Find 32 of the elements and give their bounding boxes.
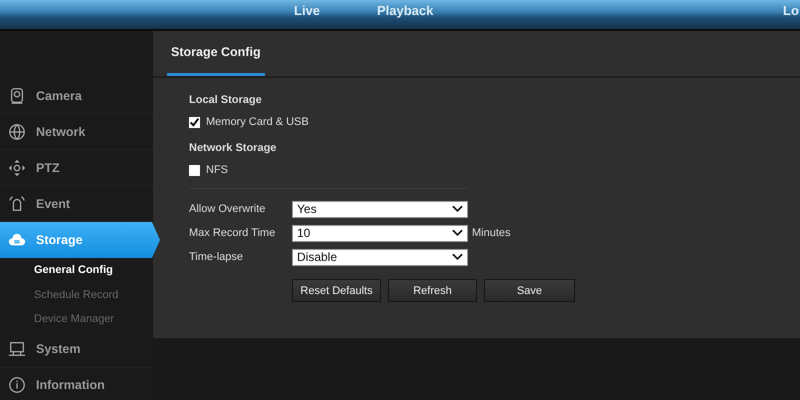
sidebar-item[interactable]: Information	[0, 368, 153, 400]
nav-link[interactable]: Live	[294, 3, 320, 18]
action-button[interactable]: Save	[484, 279, 575, 302]
section-title: Network Storage	[189, 141, 278, 156]
nav-link[interactable]: Lo	[783, 3, 799, 18]
info-icon	[8, 376, 26, 394]
section-title: Local Storage	[189, 93, 263, 108]
globe-icon	[8, 122, 26, 140]
nav-link[interactable]: Playback	[377, 3, 434, 18]
monitor-icon	[8, 340, 26, 358]
action-button[interactable]: Reset Defaults	[292, 279, 381, 302]
checkbox-label: NFS	[206, 164, 228, 176]
tab[interactable]: Storage Config	[167, 31, 265, 76]
checkbox[interactable]	[189, 164, 200, 176]
dropdown[interactable]: Yes	[292, 200, 468, 218]
field-label: Time-lapse	[189, 251, 244, 263]
submenu-item[interactable]: General Config	[0, 258, 113, 282]
field-label: Allow Overwrite	[189, 203, 266, 215]
dropdown[interactable]: Disable	[292, 248, 468, 266]
field-label: Max Record Time	[189, 227, 276, 239]
sidebar-item[interactable]: System	[0, 332, 153, 368]
camera-icon	[8, 86, 26, 104]
alarm-icon	[8, 194, 26, 212]
chevron-icon	[452, 253, 463, 261]
chevron-icon	[452, 229, 463, 237]
unit-label: Minutes	[472, 227, 511, 239]
checkbox[interactable]	[189, 116, 200, 128]
dropdown[interactable]: 10	[292, 224, 468, 242]
action-button[interactable]: Refresh	[388, 279, 477, 302]
checkbox-label: Memory Card & USB	[206, 116, 309, 128]
chevron-icon	[452, 205, 463, 213]
direction-icon	[8, 158, 26, 176]
